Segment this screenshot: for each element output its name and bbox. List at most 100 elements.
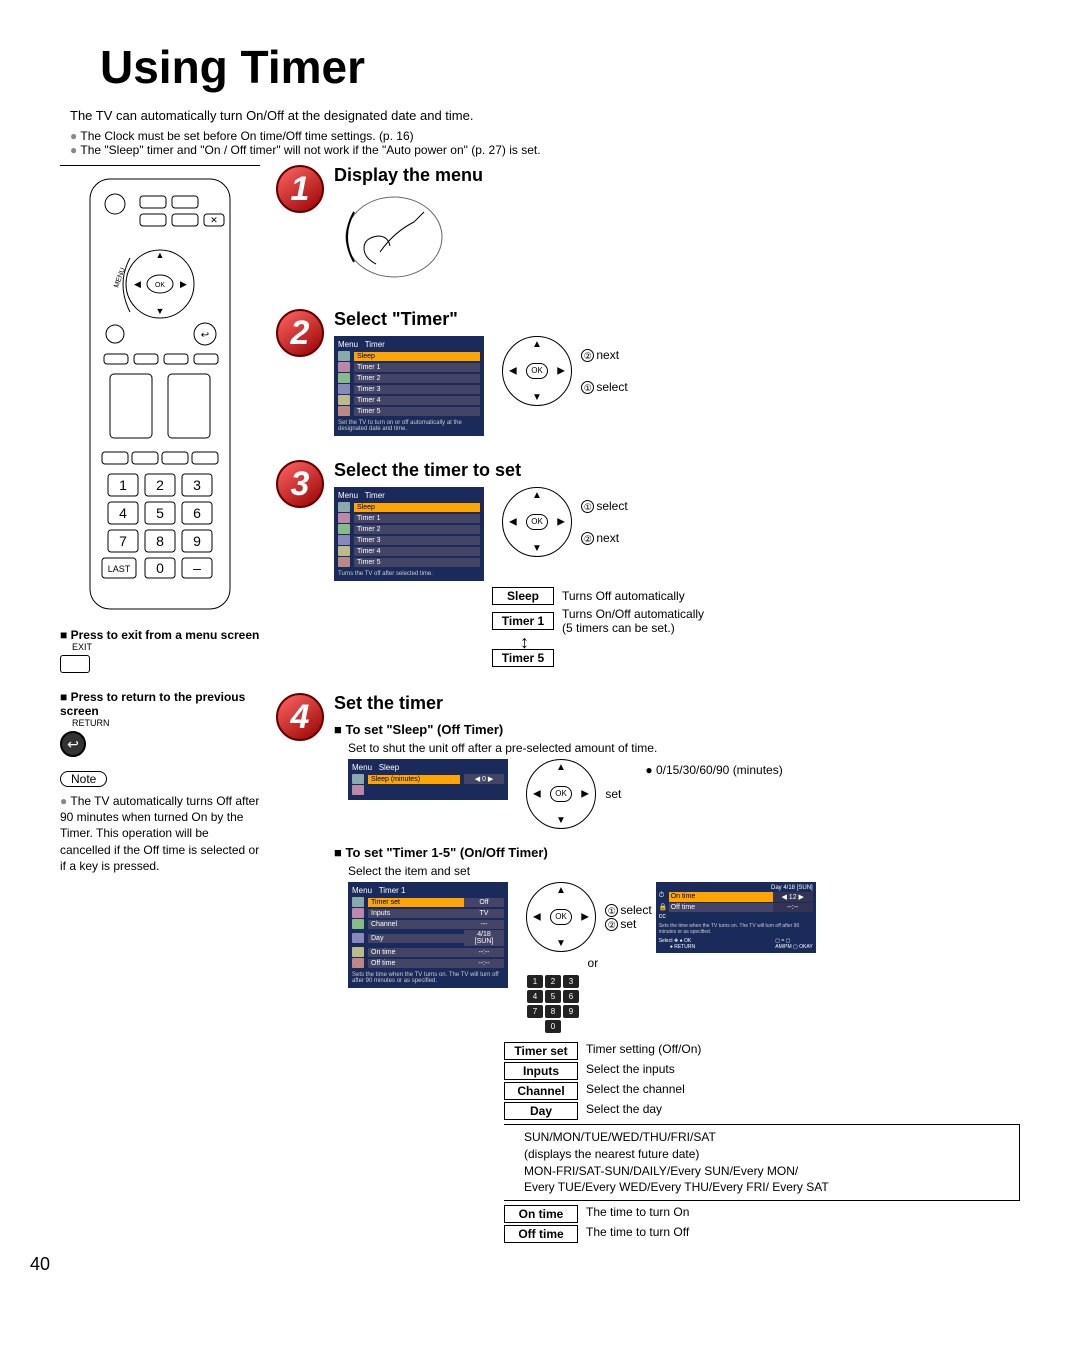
sleep-nav: OK▲▼◀▶ set	[526, 759, 621, 829]
row-offtime: Off time	[368, 959, 464, 968]
osd-offtime-v: --:--	[773, 903, 813, 912]
nav-c1: ①	[605, 904, 618, 917]
nav-l2: next	[596, 531, 619, 545]
remote-illustration: ✕ MENU OK ▲ ▼ ◀ ▶ ↩	[60, 174, 260, 614]
lbl-offtime: Off time	[504, 1225, 578, 1243]
svg-text:–: –	[193, 560, 201, 576]
svg-text:◀: ◀	[134, 279, 141, 289]
lbl-timerset: Timer set	[504, 1042, 578, 1060]
onoff-txt: Select the item and set	[348, 864, 1020, 878]
onoff-sub: To set "Timer 1-5" (On/Off Timer)	[334, 845, 1020, 860]
or-text: or	[534, 956, 652, 970]
row-inputs: Inputs	[368, 909, 464, 918]
label-timer1-desc: Turns On/Off automatically	[562, 607, 704, 621]
page-number: 40	[30, 1254, 50, 1275]
lbl-ontime: On time	[504, 1205, 578, 1223]
onoff-nav: OK▲▼◀▶ ①select ②set	[526, 882, 652, 952]
step-2-menu: Menu Timer Sleep Timer 1 Timer 2 Timer 3…	[334, 336, 484, 436]
menu-timer4: Timer 4	[354, 547, 480, 556]
label-timer5: Timer 5	[492, 649, 554, 667]
desc-inputs: Select the inputs	[586, 1062, 675, 1076]
val-ontime: --:--	[464, 948, 504, 957]
row-ontime: On time	[368, 948, 464, 957]
step-2-nav: OK▲▼◀▶ ②next ①select	[502, 336, 628, 406]
intro-bullet-2: The "Sleep" timer and "On / Off timer" w…	[70, 143, 1020, 157]
label-timer1: Timer 1	[492, 612, 554, 630]
row-timerset: Timer set	[368, 898, 464, 907]
val-day: 4/18 [SUN]	[464, 930, 504, 946]
val-inputs: TV	[464, 909, 504, 918]
menu-timer3: Timer 3	[354, 385, 480, 394]
step-4-badge: 4	[276, 693, 324, 741]
nav-c1: ①	[581, 500, 594, 513]
val-timerset: Off	[464, 898, 504, 907]
row-day: Day	[368, 934, 464, 943]
exit-heading: Press to exit from a menu screen	[60, 628, 260, 642]
svg-text:5: 5	[156, 505, 164, 521]
menu-desc: Turns the TV off after selected time.	[338, 571, 480, 577]
osd-ontime: On time	[669, 892, 773, 902]
intro-text: The TV can automatically turn On/Off at …	[70, 108, 1020, 123]
svg-text:▶: ▶	[180, 279, 187, 289]
lbl-channel: Channel	[504, 1082, 578, 1100]
step-4-title: Set the timer	[334, 693, 1020, 714]
step-3-badge: 3	[276, 460, 324, 508]
return-label: RETURN	[72, 718, 260, 728]
note-text: The TV automatically turns Off after 90 …	[60, 793, 260, 874]
menu-timer2: Timer 2	[354, 374, 480, 383]
step-1-title: Display the menu	[334, 165, 1020, 186]
sleep-menu: Menu Sleep Sleep (minutes)◀ 0 ▶	[348, 759, 508, 800]
svg-text:✕: ✕	[210, 215, 218, 225]
menu-timer2: Timer 2	[354, 525, 480, 534]
osd-date: 4/18 [SUN]	[783, 885, 812, 891]
step-3-title: Select the timer to set	[334, 460, 1020, 481]
step-2-badge: 2	[276, 309, 324, 357]
onoff-menu: Menu Timer 1 Timer setOff InputsTV Chann…	[348, 882, 508, 988]
menu-timer4: Timer 4	[354, 396, 480, 405]
nav-l1: next	[596, 348, 619, 362]
sleep-values: 0/15/30/60/90 (minutes)	[656, 763, 783, 777]
svg-text:8: 8	[156, 533, 164, 549]
menu-desc: Set the TV to turn on or off automatical…	[338, 420, 480, 432]
sleep-txt: Set to shut the unit off after a pre-sel…	[348, 741, 1020, 755]
sleep-hd: Sleep	[379, 763, 399, 772]
menu-timer3: Timer 3	[354, 536, 480, 545]
osd-okay: OKAY	[799, 944, 813, 950]
menu-label: Menu	[338, 340, 358, 349]
remote-svg: ✕ MENU OK ▲ ▼ ◀ ▶ ↩	[80, 174, 240, 614]
svg-text:3: 3	[193, 477, 201, 493]
label-sleep-desc: Turns Off automatically	[562, 589, 685, 603]
svg-text:↩: ↩	[201, 330, 209, 341]
menu-label: Menu	[352, 886, 372, 895]
return-key-icon: ↩	[60, 731, 86, 757]
val-offtime: --:--	[464, 959, 504, 968]
return-heading: Press to return to the previous screen	[60, 690, 260, 718]
svg-text:OK: OK	[155, 282, 165, 289]
step-3-menu: Menu Timer Sleep Timer 1 Timer 2 Timer 3…	[334, 487, 484, 581]
osd-offtime: Off time	[669, 903, 773, 912]
menu-label: Menu	[352, 763, 372, 772]
step-3-nav: OK▲▼◀▶ ①select ②next	[502, 487, 628, 557]
timer-label: Timer	[365, 340, 385, 349]
svg-text:▲: ▲	[156, 250, 165, 260]
val-channel: ---	[464, 920, 504, 929]
nav-l1: select	[620, 903, 651, 917]
nav-c2: ②	[605, 918, 618, 931]
sleep-row: Sleep (minutes)	[368, 775, 460, 784]
svg-text:0: 0	[156, 560, 164, 576]
lbl-day: Day	[504, 1102, 578, 1120]
osd-ampm: AM/PM	[775, 944, 791, 950]
menu-sleep: Sleep	[354, 352, 480, 361]
svg-text:7: 7	[119, 533, 127, 549]
svg-text:MENU: MENU	[113, 267, 127, 289]
exit-key-icon	[60, 655, 90, 673]
keypad-icon: 123 456 789 0	[526, 974, 580, 1034]
sleep-sub: To set "Sleep" (Off Timer)	[334, 722, 1020, 737]
menu-timer5: Timer 5	[354, 407, 480, 416]
step-2-title: Select "Timer"	[334, 309, 1020, 330]
mini-osd: Day 4/18 [SUN] ⏱On time◀ 12 ▶ 🔒Off time-…	[656, 882, 816, 953]
exit-label: EXIT	[72, 642, 260, 652]
page-title: Using Timer	[100, 40, 1020, 94]
timer1-hd: Timer 1	[379, 886, 406, 895]
lbl-inputs: Inputs	[504, 1062, 578, 1080]
